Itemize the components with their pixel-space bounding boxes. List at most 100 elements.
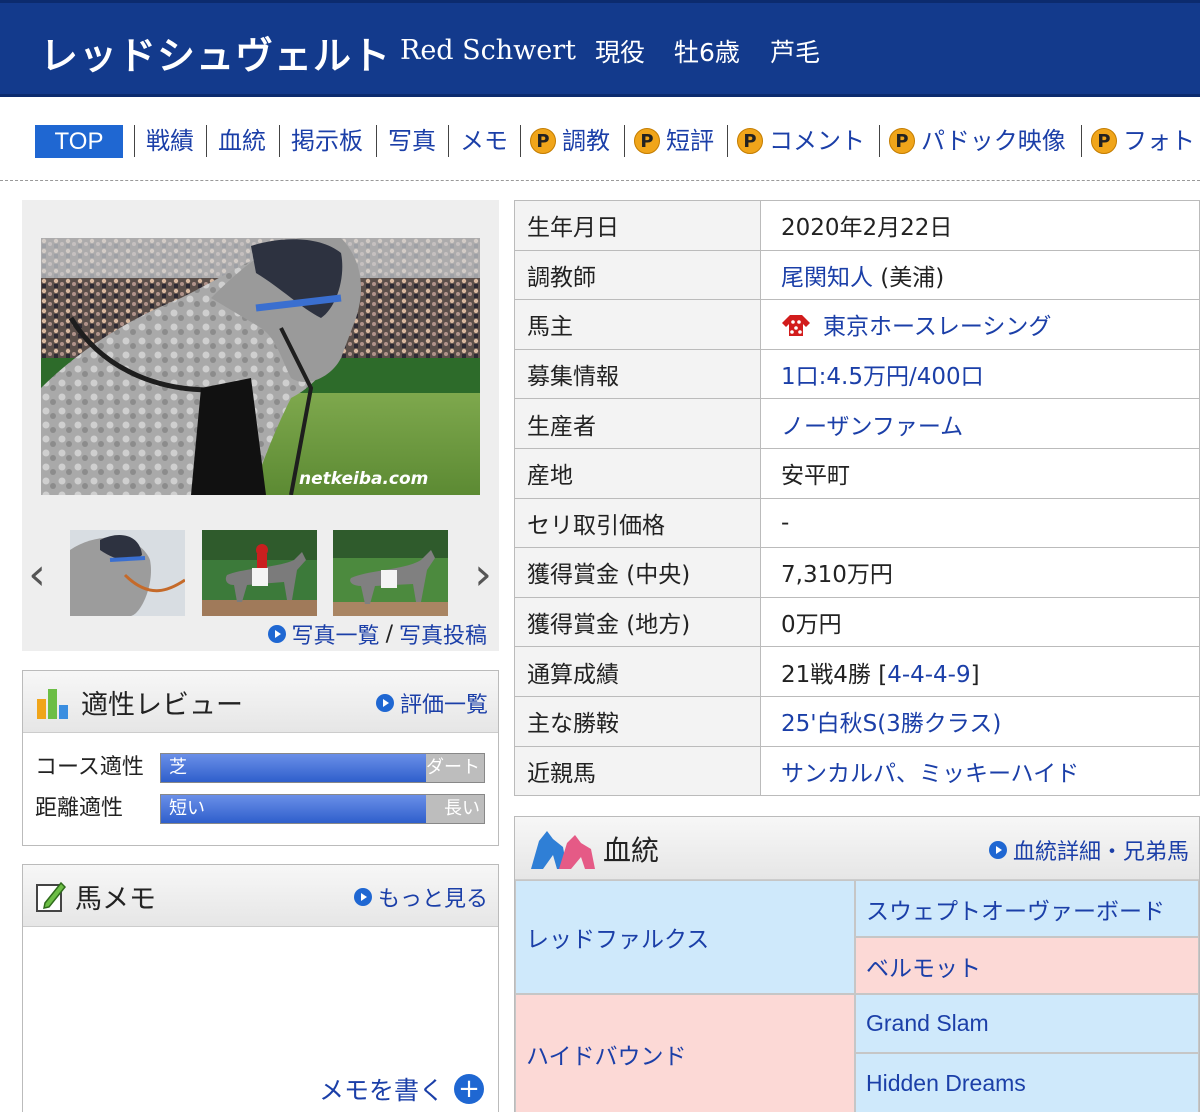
tab-training-label: 調教 (562, 127, 610, 155)
pedigree-box: 血統 血統詳細・兄弟馬 レッドファルクス スウェプトオーヴァーボード ベルモット… (514, 816, 1200, 1112)
profile-row: セリ取引価格 - (514, 497, 1200, 549)
profile-key: 調教師 (514, 249, 761, 301)
tab-pedigree[interactable]: 血統 (218, 124, 266, 158)
aptitude-review-title: 適性レビュー (81, 690, 243, 721)
photo-post-link[interactable]: 写真投稿 (399, 618, 487, 650)
profile-value: サンカルパ、ミッキーハイド (760, 745, 1200, 797)
offering-link[interactable]: 1口:4.5万円/400口 (781, 364, 984, 390)
horse-profile-table: 生年月日 2020年2月22日 調教師 尾関知人 (美浦) 馬主 東京ホースレー… (514, 200, 1200, 797)
profile-key: 通算成績 (514, 646, 761, 697)
sire-dam-cell[interactable]: ベルモット (855, 937, 1199, 994)
dam-sire-cell[interactable]: Grand Slam (855, 994, 1199, 1053)
tab-top[interactable]: TOP (35, 125, 123, 158)
tab-photo-premium-label: フォト (1123, 127, 1195, 155)
profile-key: 獲得賞金 (中央) (514, 547, 761, 598)
tab-comment[interactable]: P コメント (737, 124, 865, 158)
sire-cell[interactable]: レッドファルクス (515, 880, 855, 994)
tab-short-review[interactable]: P 短評 (634, 124, 714, 158)
profile-key: 主な勝鞍 (514, 695, 761, 747)
page-header: レッドシュヴェルト Red Schwert 現役 牡6歳 芦毛 (0, 0, 1200, 97)
career-record-prefix: 21戦4勝 [ (781, 661, 888, 688)
tab-paddock-video[interactable]: P パドック映像 (889, 124, 1066, 158)
photo-watermark: netkeiba.com (299, 469, 428, 489)
review-list-link[interactable]: 評価一覧 (375, 687, 488, 719)
aptitude-review-box: 適性レビュー 評価一覧 コース適性 芝 ダート 距離適性 短い 長い (22, 670, 499, 846)
horse-sex-age: 牡6歳 (674, 38, 740, 67)
relatives-link[interactable]: サンカルパ、ミッキーハイド (781, 761, 1079, 787)
profile-row: 募集情報 1口:4.5万円/400口 (514, 348, 1200, 400)
tab-paddock-video-label: パドック映像 (921, 127, 1066, 155)
tab-board[interactable]: 掲示板 (291, 124, 363, 158)
profile-key: 馬主 (514, 299, 761, 350)
aptitude-review-header: 適性レビュー 評価一覧 (23, 671, 498, 733)
owner-link[interactable]: 東京ホースレーシング (823, 314, 1051, 340)
horse-memo-header: 馬メモ もっと見る (23, 865, 498, 927)
distance-aptitude-left: 短い (169, 798, 205, 819)
photo-next-arrow[interactable]: › (468, 553, 498, 597)
course-aptitude-right: ダート (426, 757, 480, 778)
bar-chart-icon (37, 689, 68, 719)
course-aptitude-left: 芝 (169, 757, 187, 778)
nav-divider (727, 125, 728, 157)
tab-comment-label: コメント (769, 127, 865, 155)
profile-key: セリ取引価格 (514, 497, 761, 549)
nav-divider (134, 125, 135, 157)
profile-value: 安平町 (760, 447, 1200, 499)
link-divider: / (385, 621, 393, 647)
tab-memo[interactable]: メモ (460, 124, 508, 158)
profile-value: 0万円 (760, 596, 1200, 648)
tab-photos[interactable]: 写真 (388, 124, 436, 158)
profile-key: 募集情報 (514, 348, 761, 400)
profile-key: 生産者 (514, 398, 761, 449)
distance-aptitude-row: 距離適性 短い 長い (35, 794, 495, 824)
dam-dam-cell[interactable]: Hidden Dreams (855, 1053, 1199, 1112)
profile-row: 通算成績 21戦4勝 [4-4-4-9] (514, 646, 1200, 697)
photo-links: 写真一覧 / 写真投稿 (267, 618, 487, 650)
memo-more-link[interactable]: もっと見る (353, 881, 488, 913)
photo-panel: netkeiba.com ‹ › 写真一覧 / 写真投稿 (22, 200, 499, 651)
course-aptitude-fill (161, 754, 426, 782)
photo-prev-arrow[interactable]: ‹ (22, 553, 52, 597)
pedigree-header: 血統 血統詳細・兄弟馬 (515, 817, 1199, 880)
profile-value: 7,310万円 (760, 547, 1200, 598)
profile-row: 産地 安平町 (514, 447, 1200, 499)
horse-memo-box: 馬メモ もっと見る メモを書く + (22, 864, 499, 1112)
tab-photo-premium[interactable]: P フォト (1091, 124, 1195, 158)
sire-sire-cell[interactable]: スウェプトオーヴァーボード (855, 880, 1199, 937)
pedigree-detail-link[interactable]: 血統詳細・兄弟馬 (988, 834, 1189, 866)
distance-aptitude-label: 距離適性 (35, 796, 124, 821)
profile-value: 21戦4勝 [4-4-4-9] (760, 646, 1200, 697)
main-win-link[interactable]: 25'白秋S(3勝クラス) (781, 711, 1001, 737)
breeder-link[interactable]: ノーザンファーム (781, 414, 963, 440)
main-horse-photo[interactable]: netkeiba.com (41, 238, 480, 495)
photo-thumbnail[interactable] (70, 530, 185, 616)
profile-row: 馬主 東京ホースレーシング (514, 299, 1200, 350)
photo-list-link[interactable]: 写真一覧 (292, 618, 380, 650)
tab-nav: TOP 戦績 血統 掲示板 写真 メモ P 調教 P 短評 P コメント P パ… (0, 97, 1200, 181)
memo-more-link-label: もっと見る (377, 887, 488, 912)
dam-cell[interactable]: ハイドバウンド (515, 994, 855, 1112)
plus-icon: + (454, 1074, 484, 1104)
write-memo-label: メモを書く (318, 1076, 444, 1105)
horse-name-en: Red Schwert (400, 35, 577, 66)
photo-thumbnail[interactable] (202, 530, 317, 616)
tab-results[interactable]: 戦績 (146, 124, 194, 158)
write-memo-button[interactable]: メモを書く + (319, 1071, 484, 1107)
owner-silks-icon (782, 315, 810, 337)
nav-divider (1081, 125, 1082, 157)
premium-p-icon: P (737, 128, 763, 154)
profile-value: 1口:4.5万円/400口 (760, 348, 1200, 400)
distance-aptitude-bar: 短い 長い (160, 794, 485, 824)
nav-divider (279, 125, 280, 157)
profile-value: 尾関知人 (美浦) (760, 249, 1200, 301)
career-record-link[interactable]: 4-4-4-9 (887, 662, 970, 688)
trainer-link[interactable]: 尾関知人 (781, 265, 873, 291)
photo-thumbnail[interactable] (333, 530, 448, 616)
profile-row: 近親馬 サンカルパ、ミッキーハイド (514, 745, 1200, 797)
tab-training[interactable]: P 調教 (530, 124, 610, 158)
profile-key: 産地 (514, 447, 761, 499)
career-record-suffix: ] (970, 661, 980, 688)
profile-row: 主な勝鞍 25'白秋S(3勝クラス) (514, 695, 1200, 747)
link-arrow-icon (267, 625, 286, 643)
premium-p-icon: P (634, 128, 660, 154)
